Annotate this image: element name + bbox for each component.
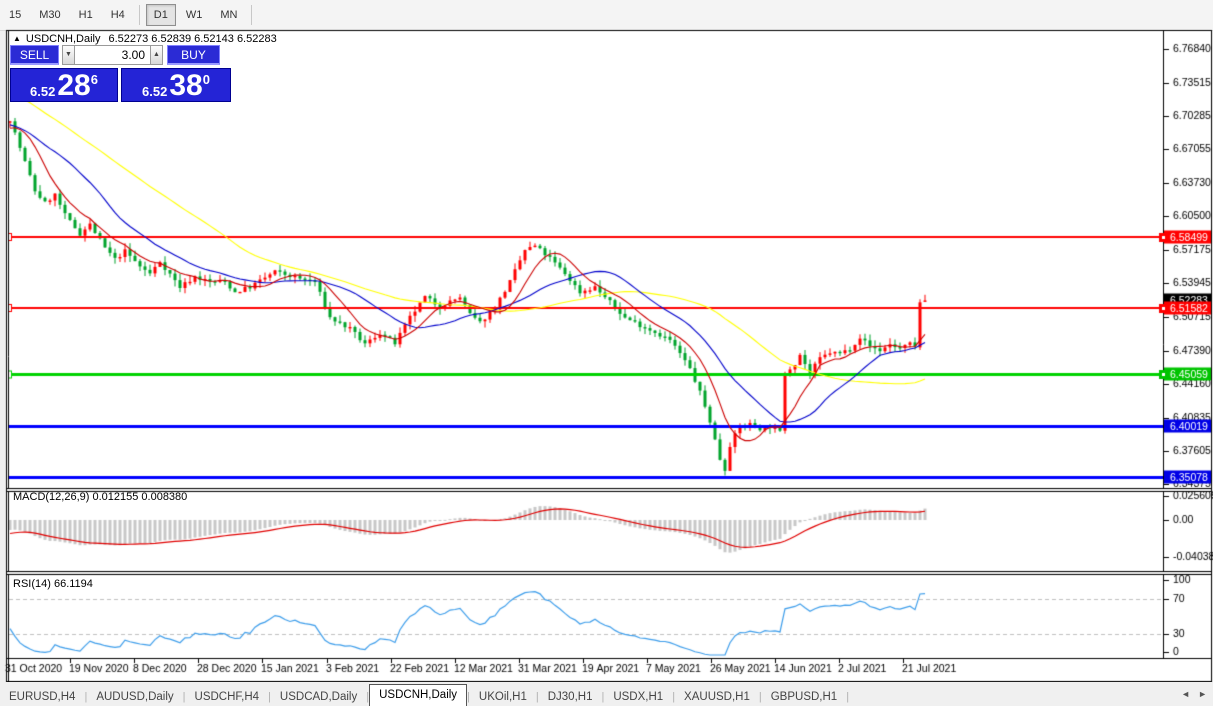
rsi-indicator-label: RSI(14) 66.1194 (13, 578, 93, 590)
sell-price-small: 6.52 (30, 84, 56, 99)
buy-button[interactable]: BUY (167, 45, 220, 65)
tab-separator: | (846, 691, 850, 703)
tab-usdx-h1[interactable]: USDX,H1 (604, 688, 672, 706)
tab-xauusd-h1[interactable]: XAUUSD,H1 (675, 688, 759, 706)
mt4-window: 15M30H1H4D1W1MN ▲USDCNH,Daily6.52273 6.5… (0, 0, 1213, 706)
buy-price-sup: 0 (202, 72, 210, 87)
tab-scroll-arrows: ◄ ► (1181, 689, 1207, 699)
tab-scroll-left-icon[interactable]: ◄ (1181, 689, 1190, 699)
tab-ukoil-h1[interactable]: UKOil,H1 (470, 688, 536, 706)
tab-usdcnh-daily[interactable]: USDCNH,Daily (369, 684, 468, 706)
sell-price-big: 28 (57, 69, 91, 102)
collapse-triangle-icon[interactable]: ▲ (13, 34, 21, 43)
chart-ohlc: 6.52273 6.52839 6.52143 6.52283 (108, 33, 277, 45)
sell-price-sup: 6 (90, 72, 98, 87)
sell-button[interactable]: SELL (10, 45, 59, 65)
tab-eurusd-h4[interactable]: EURUSD,H4 (0, 688, 84, 706)
buy-price-big: 38 (169, 69, 203, 102)
volume-increase-icon[interactable]: ▲ (150, 45, 163, 65)
chart-tab-bar: EURUSD,H4 | AUDUSD,Daily | USDCHF,H4 | USDCAD,… (0, 682, 1213, 706)
tab-audusd-daily[interactable]: AUDUSD,Daily (87, 688, 182, 706)
tab-scroll-right-icon[interactable]: ► (1198, 689, 1207, 699)
tab-dj30-h1[interactable]: DJ30,H1 (539, 688, 602, 706)
chart-canvas[interactable] (0, 0, 1213, 706)
volume-field[interactable]: 3.00 (75, 45, 150, 65)
macd-indicator-label: MACD(12,26,9) 0.012155 0.008380 (13, 491, 188, 503)
volume-decrease-icon[interactable]: ▼ (62, 45, 75, 65)
chart-title: ▲ USDCNH,Daily 6.52273 6.52839 6.52143 6.5… (13, 33, 277, 45)
one-click-trade-panel: SELL ▼ 3.00 ▲ BUY 6.52 28 6 6.52 38 0 (10, 45, 231, 102)
sell-price-box[interactable]: 6.52 28 6 (10, 68, 118, 102)
buy-price-small: 6.52 (142, 84, 168, 99)
tab-usdchf-h4[interactable]: USDCHF,H4 (186, 688, 269, 706)
buy-price-box[interactable]: 6.52 38 0 (121, 68, 231, 102)
tab-usdcad-daily[interactable]: USDCAD,Daily (271, 688, 366, 706)
chart-symbol: USDCNH,Daily (25, 33, 101, 45)
tab-gbpusd-h1[interactable]: GBPUSD,H1 (762, 688, 846, 706)
